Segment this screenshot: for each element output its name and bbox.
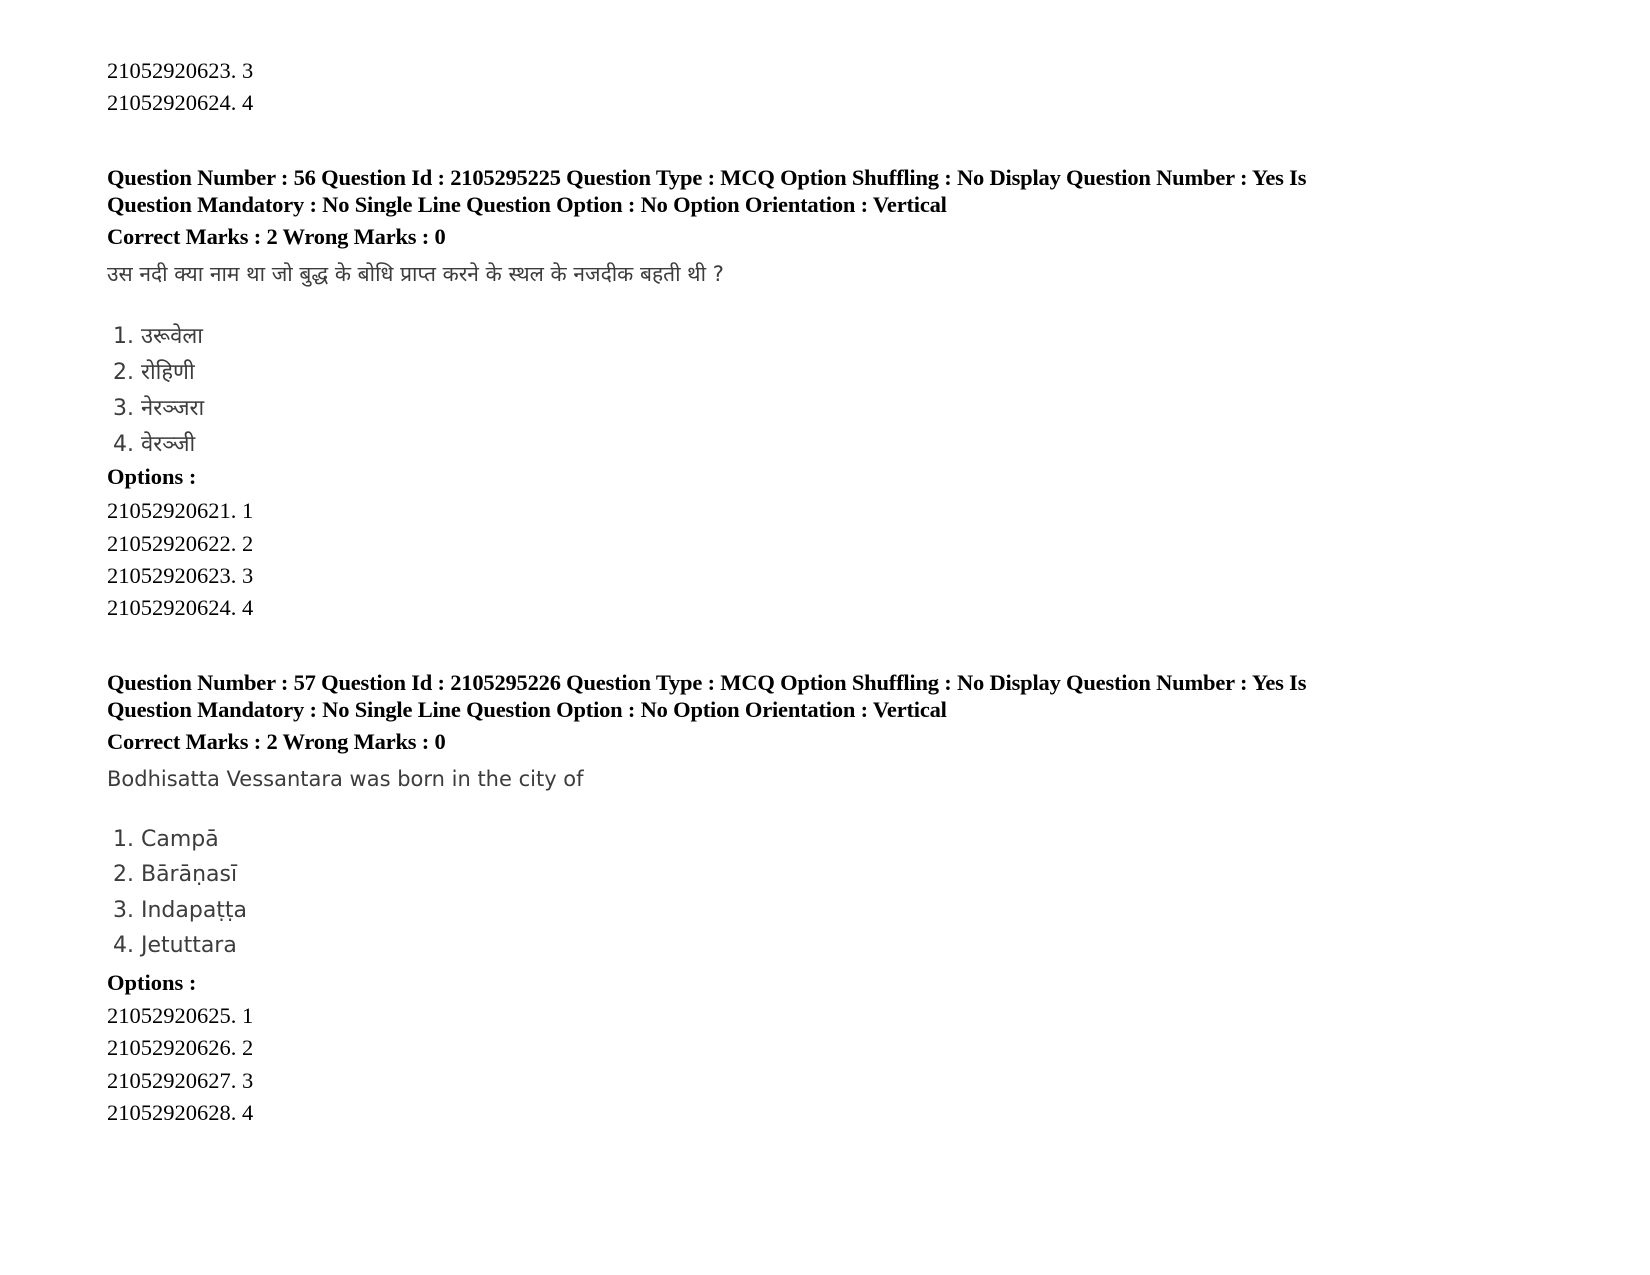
option-id: 21052920625 [107,1003,231,1028]
option-id: 21052920628 [107,1100,231,1125]
option-row: 21052920621. 1 [107,498,254,523]
options-heading: Options : [107,970,197,995]
option-id: 21052920627 [107,1068,231,1093]
option-label: 3 [242,563,254,588]
answer-choice: 1. उरूवेला [113,324,203,349]
option-label: 4 [242,90,254,115]
option-label: 2 [242,1035,254,1060]
option-id: 21052920626 [107,1035,231,1060]
marks-line: Correct Marks : 2 Wrong Marks : 0 [107,224,446,249]
question-meta-line-2: Question Mandatory : No Single Line Ques… [107,192,947,217]
option-id: 21052920624 [107,90,231,115]
options-heading: Options : [107,464,197,489]
option-row: 21052920623. 3 [107,563,254,588]
question-text: Bodhisatta Vessantara was born in the ci… [107,767,584,791]
question-meta-line-2: Question Mandatory : No Single Line Ques… [107,697,947,722]
answer-choice: 2. रोहिणी [113,360,195,385]
answer-choice: 4. वेरञ्जी [113,432,196,457]
option-id: 21052920621 [107,498,231,523]
option-label: 1 [242,1003,254,1028]
option-row: 21052920625. 1 [107,1003,254,1028]
option-row: 21052920623. 3 [107,58,254,83]
option-row: 21052920628. 4 [107,1100,254,1125]
question-text: उस नदी क्या नाम था जो बुद्ध के बोधि प्रा… [107,262,724,286]
option-id: 21052920622 [107,531,231,556]
option-label: 4 [242,595,254,620]
answer-choice: 3. Indapaṭṭa [113,898,248,923]
question-meta-line-1: Question Number : 57 Question Id : 21052… [107,670,1307,695]
option-row: 21052920622. 2 [107,531,254,556]
option-id: 21052920623 [107,563,231,588]
answer-choice: 1. Campā [113,827,219,852]
marks-line: Correct Marks : 2 Wrong Marks : 0 [107,729,446,754]
option-label: 4 [242,1100,254,1125]
option-id: 21052920624 [107,595,231,620]
answer-choice: 3. नेरञ्जरा [113,396,205,421]
question-meta-line-1: Question Number : 56 Question Id : 21052… [107,165,1307,190]
option-label: 1 [242,498,254,523]
option-row: 21052920624. 4 [107,90,254,115]
option-label: 3 [242,1068,254,1093]
option-id: 21052920623 [107,58,231,83]
option-row: 21052920626. 2 [107,1035,254,1060]
option-row: 21052920624. 4 [107,595,254,620]
option-label: 3 [242,58,254,83]
answer-choice: 4. Jetuttara [113,933,237,958]
option-row: 21052920627. 3 [107,1068,254,1093]
option-label: 2 [242,531,254,556]
answer-choice: 2. Bārāṇasī [113,862,238,887]
